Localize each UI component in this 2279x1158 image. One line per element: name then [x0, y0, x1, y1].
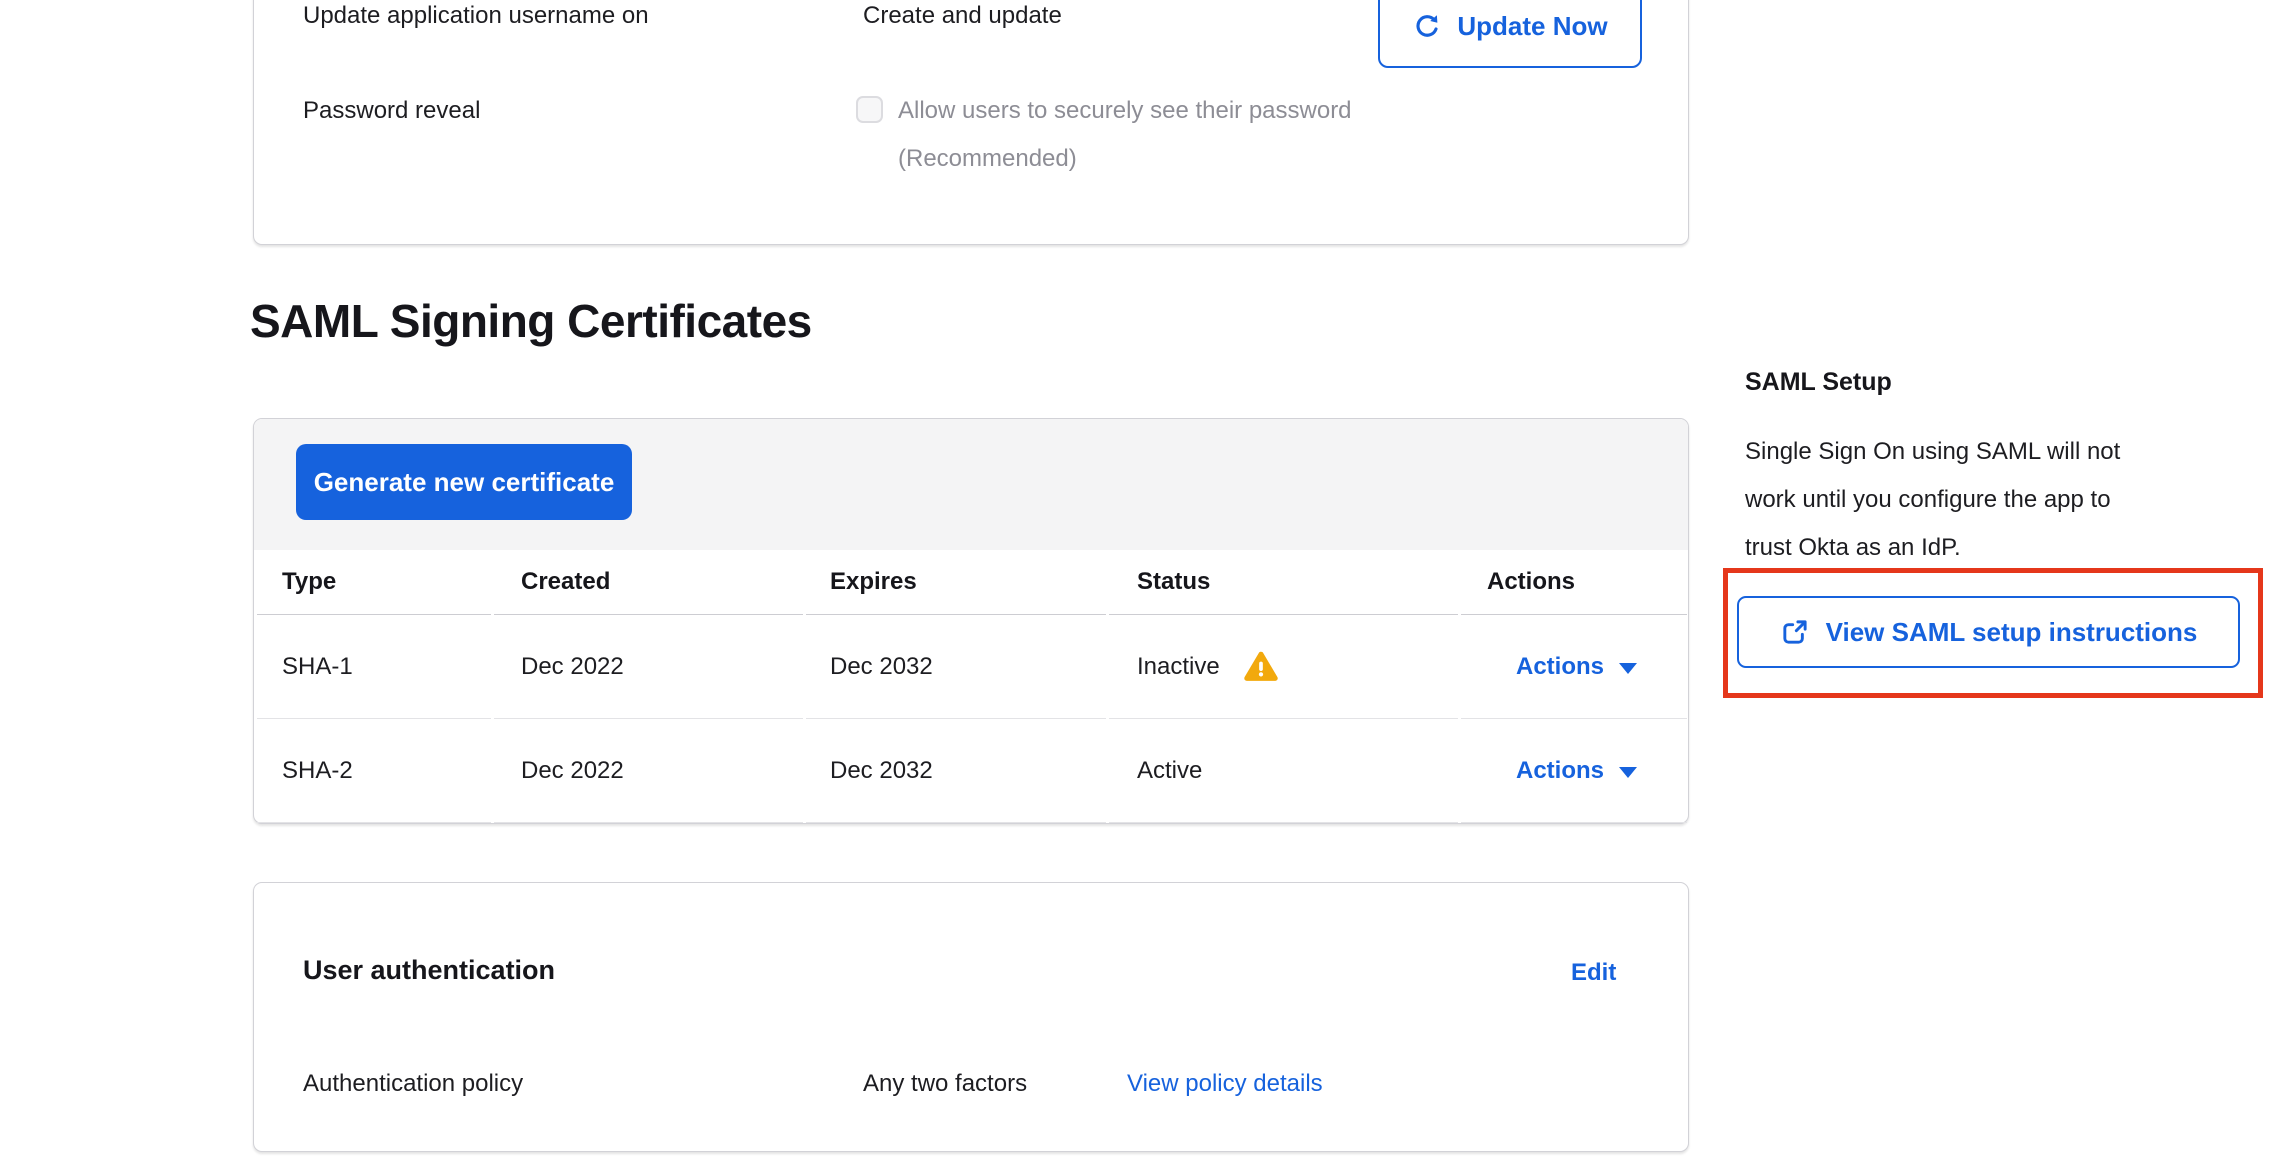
table-header-row: Type Created Expires Status Actions [257, 550, 1687, 615]
description-line: work until you configure the app to [1745, 476, 2265, 524]
checkbox-label-line2: (Recommended) [898, 142, 1077, 176]
page-title: SAML Signing Certificates [250, 294, 812, 348]
saml-setup-description: Single Sign On using SAML will not work … [1745, 428, 2265, 572]
cert-type: SHA-1 [257, 615, 491, 719]
view-saml-setup-instructions-button[interactable]: View SAML setup instructions [1737, 596, 2240, 668]
cert-type: SHA-2 [257, 719, 491, 823]
view-saml-label: View SAML setup instructions [1826, 617, 2198, 648]
view-policy-details-link[interactable]: View policy details [1127, 1067, 1323, 1101]
status-badge: Inactive [1137, 653, 1220, 681]
user-authentication-card: User authentication Edit Authentication … [253, 882, 1689, 1152]
password-reveal-checkbox[interactable] [856, 96, 883, 123]
saml-setup-heading: SAML Setup [1745, 368, 1892, 397]
column-header-actions: Actions [1461, 550, 1687, 615]
column-header-expires: Expires [806, 550, 1106, 615]
status-badge: Active [1137, 757, 1202, 785]
column-header-created: Created [494, 550, 803, 615]
column-header-type: Type [257, 550, 491, 615]
actions-dropdown[interactable]: Actions [1516, 757, 1637, 785]
table-row: SHA-2 Dec 2022 Dec 2032 Active Actions [257, 719, 1687, 823]
checkbox-label-line1: Allow users to securely see their passwo… [898, 94, 1352, 128]
certificates-toolbar: Generate new certificate [254, 419, 1688, 550]
authentication-policy-value: Any two factors [863, 1067, 1027, 1101]
refresh-icon [1412, 12, 1442, 42]
caret-down-icon [1619, 767, 1637, 778]
cert-expires: Dec 2032 [806, 615, 1106, 719]
page: Update application username on Create an… [0, 0, 2279, 1158]
generate-new-certificate-button[interactable]: Generate new certificate [296, 444, 632, 520]
actions-label: Actions [1516, 757, 1604, 785]
user-authentication-title: User authentication [303, 953, 555, 987]
table-row: SHA-1 Dec 2022 Dec 2032 Inactive [257, 615, 1687, 719]
update-now-button[interactable]: Update Now [1378, 0, 1642, 68]
caret-down-icon [1619, 663, 1637, 674]
cert-created: Dec 2022 [494, 615, 803, 719]
password-reveal-label: Password reveal [303, 94, 480, 128]
saml-certificates-card: Generate new certificate Type Created Ex… [253, 418, 1689, 824]
actions-label: Actions [1516, 653, 1604, 681]
description-line: trust Okta as an IdP. [1745, 524, 2265, 572]
external-link-icon [1780, 618, 1809, 647]
certificates-table: Type Created Expires Status Actions SHA-… [254, 550, 1690, 823]
app-settings-card: Update application username on Create an… [253, 0, 1689, 245]
cert-created: Dec 2022 [494, 719, 803, 823]
authentication-policy-label: Authentication policy [303, 1067, 523, 1101]
column-header-status: Status [1109, 550, 1458, 615]
description-line: Single Sign On using SAML will not [1745, 428, 2265, 476]
actions-dropdown[interactable]: Actions [1516, 653, 1637, 681]
username-update-value: Create and update [863, 0, 1062, 33]
cert-expires: Dec 2032 [806, 719, 1106, 823]
warning-icon [1244, 651, 1278, 683]
username-update-label: Update application username on [303, 0, 649, 33]
edit-link[interactable]: Edit [1571, 956, 1616, 990]
update-now-label: Update Now [1457, 11, 1607, 42]
